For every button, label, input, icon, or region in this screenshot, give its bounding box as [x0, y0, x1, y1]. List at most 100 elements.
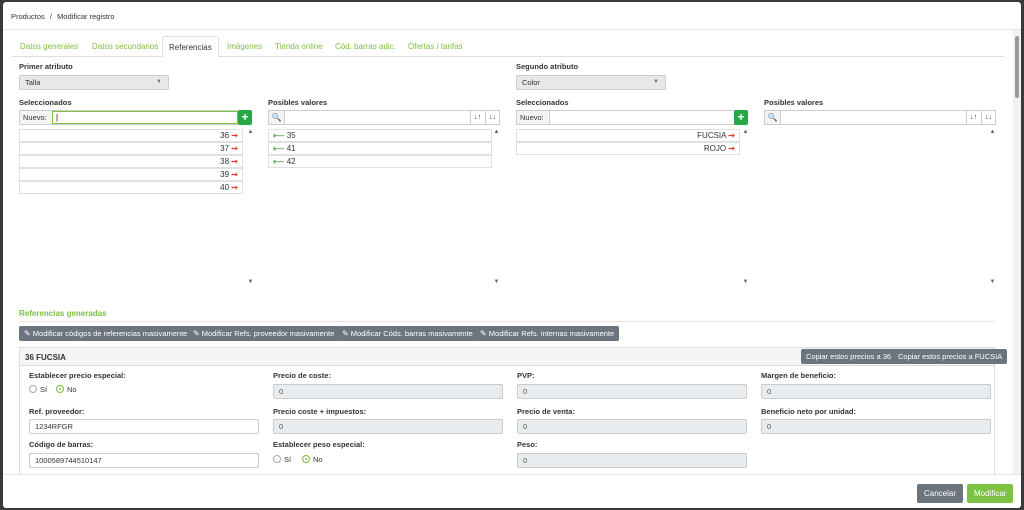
sort-desc-icon[interactable]: ↓↓: [981, 111, 995, 124]
first-attribute-select[interactable]: Talla ▼: [19, 75, 169, 90]
arrow-right-icon[interactable]: ➞: [231, 183, 238, 192]
new-value-box-1: Nuevo:: [19, 110, 239, 125]
scroll-up-icon[interactable]: ▲: [247, 129, 254, 135]
list-item[interactable]: ⟵ 41: [268, 142, 492, 155]
cost-tax-input[interactable]: 0: [273, 419, 503, 434]
list-item[interactable]: 39 ➞: [19, 168, 243, 181]
bulk-edit-internal-refs-button[interactable]: ✎ Modificar Refs. internas masivamente: [475, 326, 620, 341]
arrow-left-icon[interactable]: ⟵: [273, 131, 284, 140]
search-input-1[interactable]: [286, 111, 466, 124]
tab-ofertas-tarifas[interactable]: Ofertas / tarifas: [408, 36, 463, 57]
new-label-2: Nuevo:: [520, 113, 544, 122]
scroll-down-icon[interactable]: ▼: [989, 279, 996, 285]
sort-desc-icon[interactable]: ↓↓: [485, 111, 499, 124]
add-value-button-2[interactable]: +: [734, 110, 748, 125]
sale-price-input[interactable]: 0: [517, 419, 747, 434]
selected-label-1: Seleccionados: [19, 98, 72, 107]
arrow-right-icon[interactable]: ➞: [231, 170, 238, 179]
list-item[interactable]: ⟵ 42: [268, 155, 492, 168]
arrow-right-icon[interactable]: ➞: [231, 131, 238, 140]
tab-datos-secundarios[interactable]: Datos secundarios: [92, 36, 158, 57]
bulk-edit-supplier-refs-button[interactable]: ✎ Modificar Refs. proveedor masivamente: [188, 326, 340, 341]
new-value-input-1[interactable]: [52, 111, 238, 124]
special-price-yes-radio[interactable]: Sí: [29, 385, 47, 394]
list-item[interactable]: 38 ➞: [19, 155, 243, 168]
copy-prices-to-fucsia-button[interactable]: Copiar estos precios a FUCSIA: [893, 349, 1008, 364]
generated-references-title: Referencias generadas: [19, 309, 107, 318]
submit-button[interactable]: Modificar: [967, 484, 1014, 503]
breadcrumb: Productos / Modificar registro: [11, 12, 115, 21]
bulk-edit-ref-codes-button[interactable]: ✎ Modificar códigos de referencias masiva…: [19, 326, 193, 341]
pencil-icon: ✎: [480, 329, 487, 338]
arrow-right-icon[interactable]: ➞: [231, 157, 238, 166]
breadcrumb-root[interactable]: Productos: [11, 12, 45, 21]
weight-input[interactable]: 0: [517, 453, 747, 468]
scroll-down-icon[interactable]: ▼: [742, 279, 749, 285]
radio-icon: [273, 455, 281, 463]
list-item[interactable]: 36 ➞: [19, 129, 243, 142]
breadcrumb-separator: /: [49, 12, 52, 21]
cost-tax-label: Precio coste + impuestos:: [273, 407, 367, 416]
tab-cod-barras-adic[interactable]: Cód. barras adic.: [335, 36, 396, 57]
barcode-input[interactable]: 1000589744510147: [29, 453, 259, 468]
pencil-icon: ✎: [24, 329, 31, 338]
caret-down-icon: ▼: [653, 79, 659, 85]
bulk-edit-barcodes-button[interactable]: ✎ Modificar Códs. barras masivamente: [337, 326, 478, 341]
weight-label: Peso:: [517, 440, 538, 449]
sort-asc-icon[interactable]: ↓↑: [966, 111, 980, 124]
scroll-down-icon[interactable]: ▼: [247, 279, 254, 285]
radio-icon: [29, 385, 37, 393]
scroll-up-icon[interactable]: ▲: [989, 129, 996, 135]
margin-label: Margen de beneficio:: [761, 371, 837, 380]
special-price-no-radio[interactable]: No: [56, 385, 77, 394]
scroll-up-icon[interactable]: ▲: [742, 129, 749, 135]
list-item[interactable]: FUCSIA ➞: [516, 129, 740, 142]
search-input-2[interactable]: [782, 111, 962, 124]
arrow-left-icon[interactable]: ⟵: [273, 157, 284, 166]
net-profit-input[interactable]: 0: [761, 419, 991, 434]
tab-datos-generales[interactable]: Datos generales: [20, 36, 78, 57]
special-weight-yes-radio[interactable]: Sí: [273, 455, 291, 464]
radio-checked-icon: [302, 455, 310, 463]
tab-imagenes[interactable]: Imágenes: [227, 36, 262, 57]
arrow-right-icon[interactable]: ➞: [728, 144, 735, 153]
new-label-1: Nuevo:: [23, 113, 47, 122]
list-item[interactable]: ⟵ 35: [268, 129, 492, 142]
reference-panel: 36 FUCSIA Copiar estos precios a 36 Copi…: [19, 347, 1008, 474]
sort-asc-icon[interactable]: ↓↑: [470, 111, 484, 124]
supplier-ref-label: Ref. proveedor:: [29, 407, 85, 416]
copy-prices-to-36-button[interactable]: Copiar estos precios a 36: [801, 349, 897, 364]
margin-input[interactable]: 0: [761, 384, 991, 399]
new-value-input-2[interactable]: [549, 111, 735, 124]
scrollbar-thumb[interactable]: [1015, 36, 1019, 98]
tab-tienda-online[interactable]: Tienda online: [275, 36, 323, 57]
list-item[interactable]: 40 ➞: [19, 181, 243, 194]
possible-label-1: Posibles valores: [268, 98, 328, 107]
scroll-up-icon[interactable]: ▲: [493, 129, 500, 135]
second-attribute-select[interactable]: Color ▼: [516, 75, 666, 90]
first-attribute-label: Primer atributo: [19, 62, 73, 71]
list-item[interactable]: 37 ➞: [19, 142, 243, 155]
special-weight-label: Establecer peso especial:: [273, 440, 365, 449]
barcode-label: Código de barras:: [29, 440, 94, 449]
special-weight-no-radio[interactable]: No: [302, 455, 323, 464]
list-item[interactable]: ROJO ➞: [516, 142, 740, 155]
sale-price-label: Precio de venta:: [517, 407, 575, 416]
arrow-right-icon[interactable]: ➞: [231, 144, 238, 153]
pvp-label: PVP:: [517, 371, 535, 380]
scroll-down-icon[interactable]: ▼: [493, 279, 500, 285]
arrow-right-icon[interactable]: ➞: [728, 131, 735, 140]
supplier-ref-input[interactable]: 1234RFGR: [29, 419, 259, 434]
special-price-label: Establecer precio especial:: [29, 371, 126, 380]
possible-label-2: Posibles valores: [764, 98, 824, 107]
cancel-button[interactable]: Cancelar: [917, 484, 964, 503]
reference-title: 36 FUCSIA: [25, 353, 66, 362]
add-value-button-1[interactable]: +: [238, 110, 252, 125]
modal-scrollbar[interactable]: [1013, 30, 1021, 474]
net-profit-label: Beneficio neto por unidad:: [761, 407, 856, 416]
tab-referencias[interactable]: Referencias: [162, 36, 219, 58]
pvp-input[interactable]: 0: [517, 384, 747, 399]
arrow-left-icon[interactable]: ⟵: [273, 144, 284, 153]
second-attribute-label: Segundo atributo: [516, 62, 579, 71]
cost-price-input[interactable]: 0: [273, 384, 503, 399]
